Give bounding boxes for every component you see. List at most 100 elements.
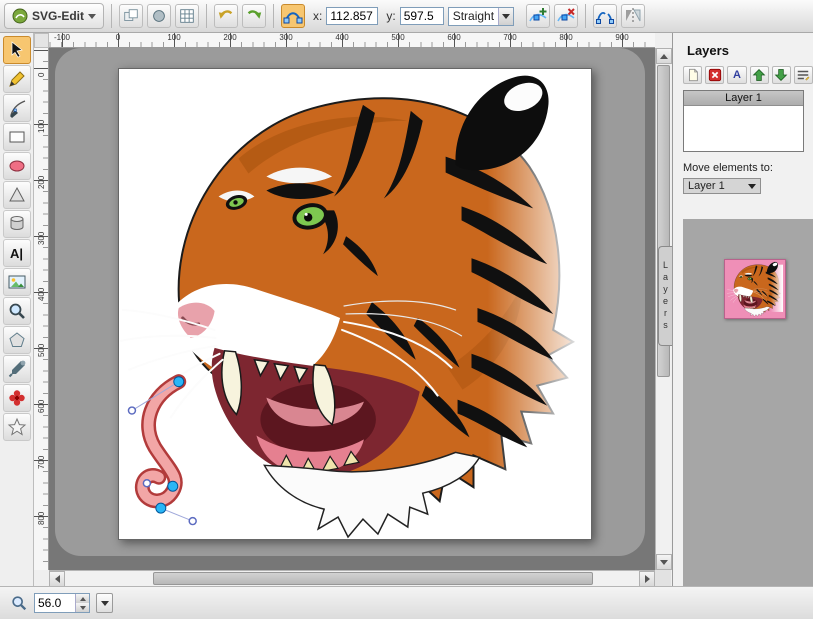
select-tool[interactable] [3, 36, 31, 64]
drawing-canvas[interactable] [119, 69, 591, 539]
undo-button[interactable] [214, 4, 238, 28]
new-layer-button[interactable] [683, 66, 702, 84]
image-tool[interactable] [3, 268, 31, 296]
raise-layer-button[interactable] [750, 66, 769, 84]
control-handle[interactable] [143, 480, 150, 487]
tiger-drawing[interactable] [121, 76, 591, 537]
scroll-down-button[interactable] [656, 554, 672, 570]
flip-path-button[interactable] [621, 4, 645, 28]
arrow-up-icon [80, 597, 86, 601]
ruler-label: 700 [503, 33, 516, 42]
open-path-icon [595, 6, 615, 26]
main-toolbar: SVG-Edit [0, 0, 813, 33]
flip-path-icon [623, 6, 643, 26]
grid-icon [178, 7, 196, 25]
ellipse-tool[interactable] [3, 152, 31, 180]
svg-edit-menu-button[interactable]: SVG-Edit [4, 3, 104, 29]
layers-collapse-tab[interactable]: Layers [658, 246, 672, 346]
rect-tool[interactable] [3, 123, 31, 151]
polygon-tool[interactable] [3, 181, 31, 209]
cylinder-tool[interactable] [3, 210, 31, 238]
new-layer-icon [686, 68, 700, 82]
zoom-increase-button[interactable] [76, 594, 89, 603]
ruler-label: 500 [391, 33, 404, 42]
ellipse-icon [7, 156, 27, 176]
grid-button[interactable] [175, 4, 199, 28]
move-layer-value: Layer 1 [684, 180, 748, 192]
layer-row-selected[interactable]: Layer 1 [684, 91, 803, 106]
toolbar-separator [206, 4, 207, 28]
add-node-button[interactable] [526, 4, 550, 28]
path-node[interactable] [174, 377, 184, 387]
scroll-up-button[interactable] [656, 48, 672, 64]
star-icon [7, 417, 27, 437]
zoom-decrease-button[interactable] [76, 603, 89, 612]
control-handle[interactable] [128, 407, 135, 414]
artboard[interactable] [118, 68, 592, 540]
toolbar-separator [111, 4, 112, 28]
y-coordinate-input[interactable] [400, 7, 444, 25]
document-thumbnail [724, 259, 786, 319]
ruler-label: 200 [223, 33, 236, 42]
segment-type-select[interactable]: Straight [448, 7, 514, 26]
pen-icon [7, 98, 27, 118]
pencil-icon [7, 69, 27, 89]
scroll-left-button[interactable] [49, 571, 65, 587]
zoom-tool[interactable] [3, 297, 31, 325]
layer-buttons-row: A [683, 66, 813, 84]
horizontal-scroll-thumb[interactable] [153, 572, 593, 585]
flower-icon [7, 388, 27, 408]
zoom-input[interactable] [35, 596, 75, 610]
star-tool[interactable] [3, 413, 31, 441]
add-node-icon [528, 6, 548, 26]
move-layer-select[interactable]: Layer 1 [683, 178, 761, 194]
delete-layer-icon [708, 68, 722, 82]
path-node[interactable] [156, 503, 166, 513]
link-control-points-icon [283, 6, 303, 26]
arrow-down-icon [660, 560, 668, 565]
redo-button[interactable] [242, 4, 266, 28]
control-handle[interactable] [189, 518, 196, 525]
ruler-label: 700 [37, 456, 46, 469]
rename-layer-button[interactable]: A [727, 66, 746, 84]
ruler-label: 600 [447, 33, 460, 42]
zoom-control[interactable] [34, 593, 90, 613]
arrow-up-icon [660, 54, 668, 59]
circle-button[interactable] [147, 4, 171, 28]
canvas-workspace[interactable] [49, 48, 655, 570]
edit-path-overlay [128, 377, 196, 525]
layer-more-button[interactable] [794, 66, 813, 84]
zoom-preset-dropdown[interactable] [96, 593, 113, 613]
redo-icon [245, 7, 263, 25]
clone-button[interactable] [119, 4, 143, 28]
ruler-label: 0 [116, 33, 120, 42]
lower-layer-button[interactable] [772, 66, 791, 84]
path-node[interactable] [168, 481, 178, 491]
delete-layer-button[interactable] [705, 66, 724, 84]
eyedropper-icon [7, 359, 27, 379]
select-cursor-icon [7, 40, 27, 60]
ruler-label: -100 [54, 33, 70, 42]
eyedropper-tool[interactable] [3, 355, 31, 383]
delete-node-icon [556, 6, 576, 26]
ruler-label: 200 [37, 176, 46, 189]
triangle-icon [7, 185, 27, 205]
ruler-label: 900 [615, 33, 628, 42]
link-control-points-button[interactable] [281, 4, 305, 28]
shapelib-tool[interactable] [3, 384, 31, 412]
pentagon-tool[interactable] [3, 326, 31, 354]
pencil-tool[interactable] [3, 65, 31, 93]
layer-list[interactable]: Layer 1 [683, 90, 804, 152]
x-coordinate-input[interactable] [326, 7, 378, 25]
scroll-right-button[interactable] [639, 571, 655, 587]
ruler-corner [34, 33, 49, 48]
arrow-left-icon [55, 575, 60, 583]
ruler-top: -10001002003004005006007008009001000 [49, 33, 655, 48]
ruler-label: 600 [37, 400, 46, 413]
ruler-label: 500 [37, 344, 46, 357]
open-path-button[interactable] [593, 4, 617, 28]
delete-node-button[interactable] [554, 4, 578, 28]
text-tool[interactable]: A| [3, 239, 31, 267]
pen-tool[interactable] [3, 94, 31, 122]
horizontal-scrollbar[interactable] [49, 570, 655, 586]
